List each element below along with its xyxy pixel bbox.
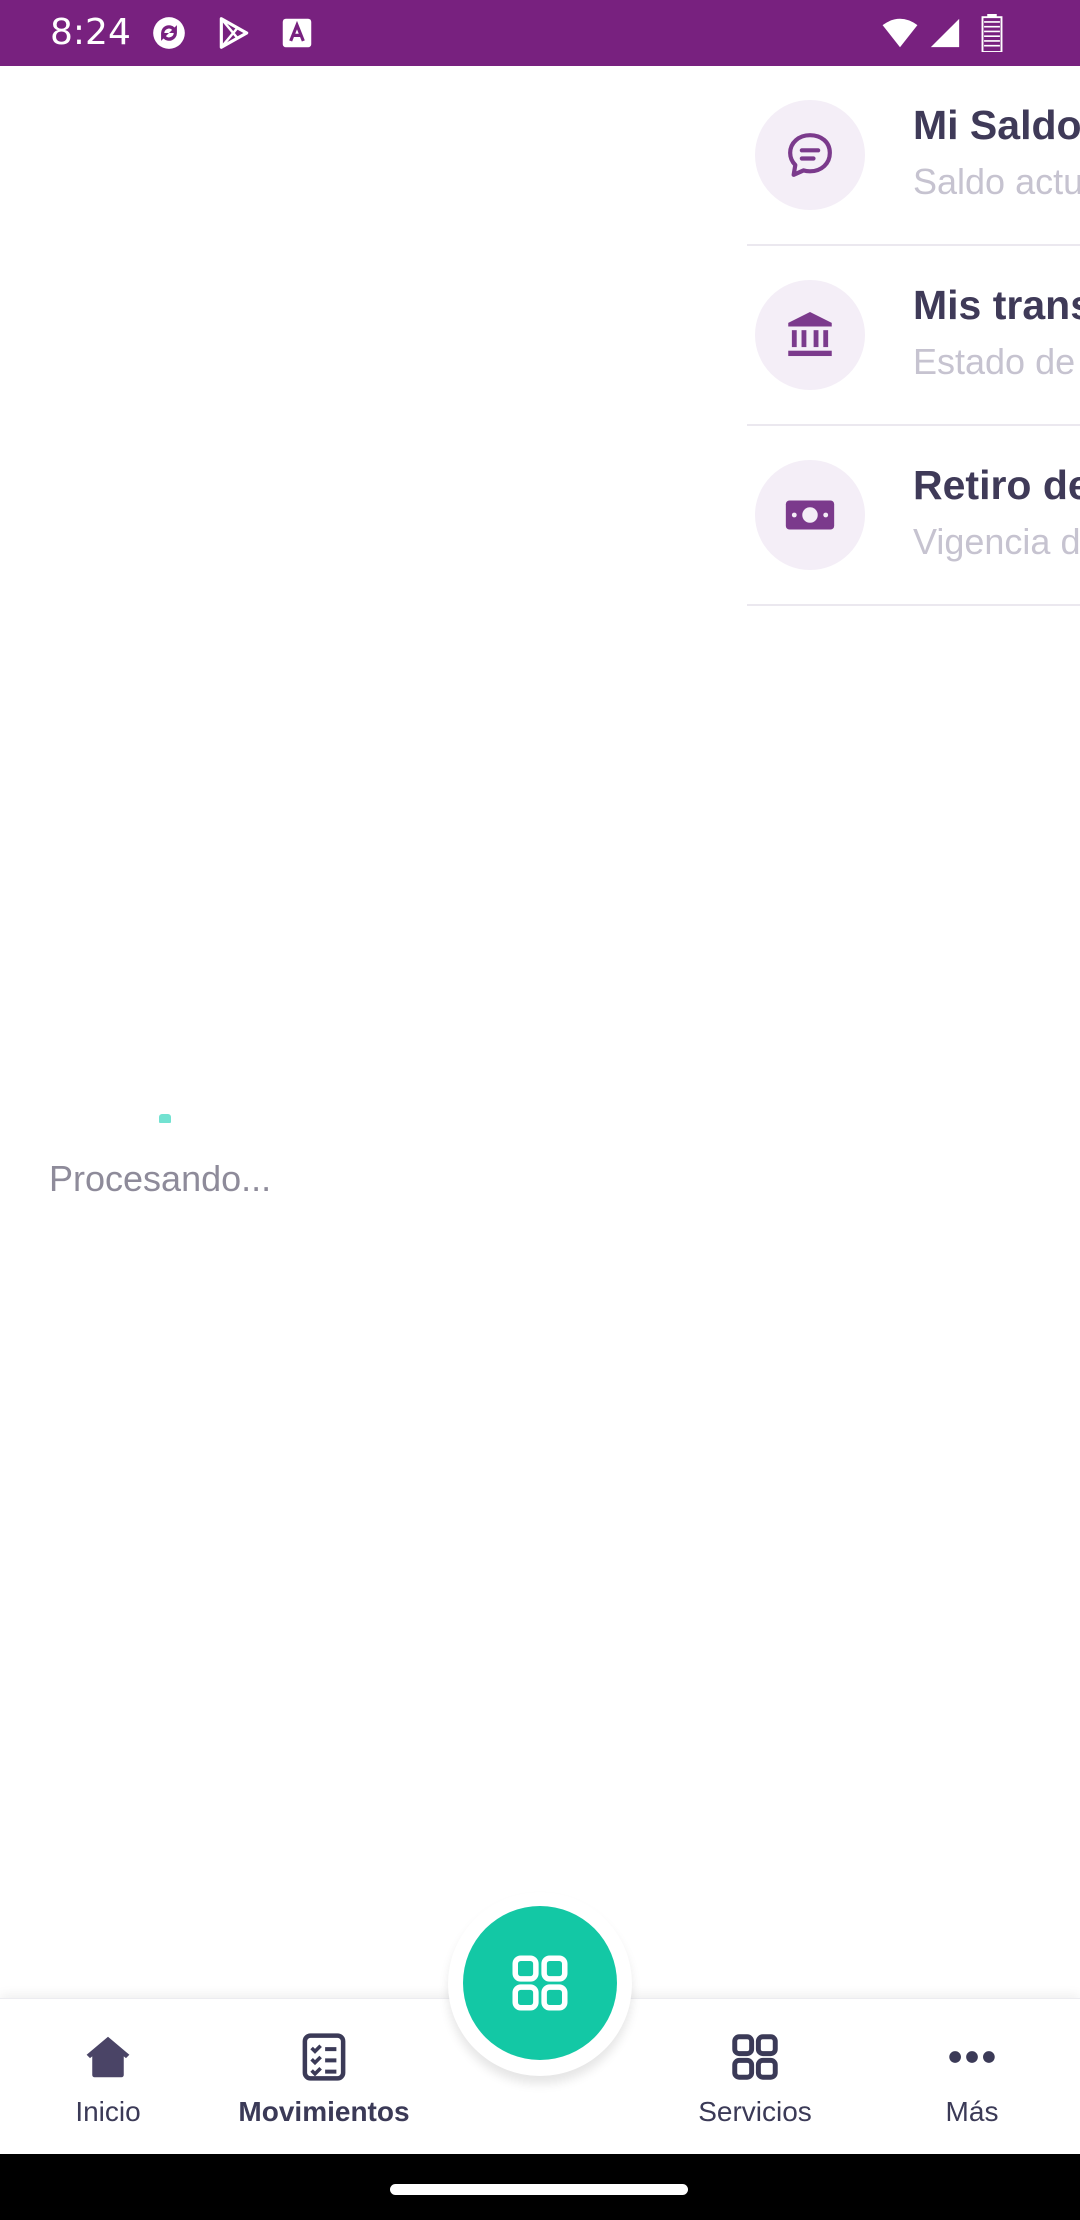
bank-icon xyxy=(788,312,832,357)
system-navigation-bar xyxy=(0,2154,1080,2220)
grid-icon xyxy=(732,2034,778,2080)
list-item-mi-saldo[interactable]: Mi Saldo Saldo actual xyxy=(747,66,1080,246)
qr-fab-button[interactable] xyxy=(463,1906,617,2060)
home-gesture-handle[interactable] xyxy=(390,2184,688,2195)
nav-label: Más xyxy=(945,2096,999,2127)
more-icon xyxy=(949,2051,995,2063)
list-item-subtitle: Saldo actual xyxy=(913,161,1080,202)
nav-item-servicios[interactable]: Servicios xyxy=(655,2030,855,2128)
icon-badge xyxy=(755,460,865,570)
nav-item-movimientos[interactable]: Movimientos xyxy=(224,2030,424,2128)
nav-label: Servicios xyxy=(698,2096,812,2127)
list-item-title: Mis transferencias xyxy=(913,282,1080,328)
battery-icon xyxy=(981,14,1003,52)
nav-label: Inicio xyxy=(75,2096,141,2127)
sync-app-icon xyxy=(153,17,185,49)
list-item-retiro-efectivo[interactable]: Retiro de efectivo Vigencia del retiro xyxy=(747,426,1080,606)
list-item-subtitle: Estado de transferencias xyxy=(913,341,1080,382)
wifi-icon xyxy=(882,18,918,48)
options-list: Mi Saldo Saldo actual Mis transferencias… xyxy=(747,66,1080,606)
status-time: 8:24 xyxy=(50,12,131,53)
play-store-icon xyxy=(219,17,249,49)
status-bar: 8:24 xyxy=(0,0,1080,66)
nav-label: Movimientos xyxy=(238,2096,410,2127)
nav-item-mas[interactable]: Más xyxy=(872,2030,1072,2128)
font-app-icon xyxy=(282,18,312,48)
nav-item-inicio[interactable]: Inicio xyxy=(8,2030,208,2128)
qr-grid-icon xyxy=(512,1955,568,2011)
home-icon xyxy=(86,2036,130,2078)
processing-label: Procesando... xyxy=(49,1158,272,1199)
icon-badge xyxy=(755,280,865,390)
list-item-title: Mi Saldo xyxy=(913,102,1080,148)
checklist-icon xyxy=(302,2033,346,2081)
cash-icon xyxy=(785,500,835,530)
loading-spinner xyxy=(159,1114,171,1123)
icon-badge xyxy=(755,100,865,210)
list-item-subtitle: Vigencia del retiro xyxy=(913,521,1080,562)
chat-bubble-icon xyxy=(788,133,832,177)
list-item-title: Retiro de efectivo xyxy=(913,462,1080,508)
list-item-mis-transferencias[interactable]: Mis transferencias Estado de transferenc… xyxy=(747,246,1080,426)
signal-icon xyxy=(930,18,960,48)
